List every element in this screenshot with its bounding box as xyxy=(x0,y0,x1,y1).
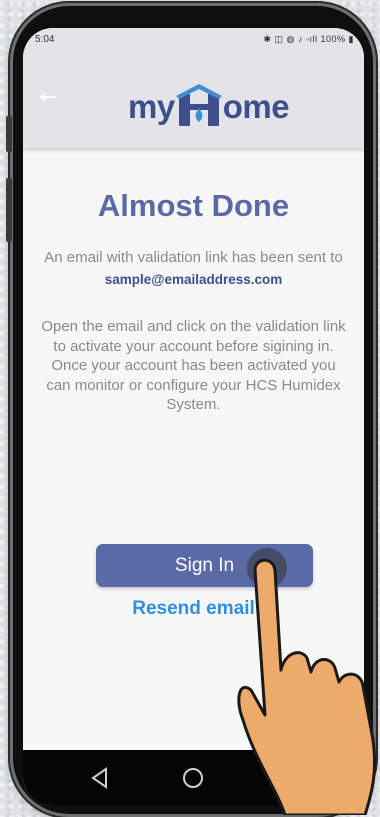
home-circle-icon[interactable] xyxy=(181,766,205,790)
logo-house-h-icon xyxy=(175,84,222,126)
instructions: Open the email and click on the validati… xyxy=(41,317,346,415)
status-bar: 5:04 ✱ ◫ ◍ ♪ ◦ıll 100% ▮ xyxy=(23,28,364,50)
page-title: Almost Done xyxy=(97,188,290,223)
arrow-left-icon[interactable]: ← xyxy=(39,85,57,110)
main-content: Almost Done An email with validation lin… xyxy=(23,188,364,415)
logo-text-ome: ome xyxy=(222,88,290,125)
email-address: sample@emailaddress.com xyxy=(104,272,283,287)
instructions-line-2: Once your account has been activated you… xyxy=(46,357,341,413)
back-triangle-icon[interactable] xyxy=(88,766,112,790)
instructions-line-1: Open the email and click on the validati… xyxy=(41,318,346,355)
status-icons: ✱ ◫ ◍ ♪ ◦ıll 100% ▮ xyxy=(263,33,354,44)
volume-button xyxy=(6,116,12,152)
status-time: 5:04 xyxy=(35,33,55,45)
power-button xyxy=(6,178,12,242)
message-text: An email with validation link has been s… xyxy=(44,249,343,266)
app-bar: ← my ome xyxy=(23,50,364,148)
validation-message: An email with validation link has been s… xyxy=(41,248,346,289)
pointing-hand-icon xyxy=(237,548,377,815)
myhome-logo: my ome xyxy=(128,76,290,126)
logo-text-my: my xyxy=(128,88,175,125)
